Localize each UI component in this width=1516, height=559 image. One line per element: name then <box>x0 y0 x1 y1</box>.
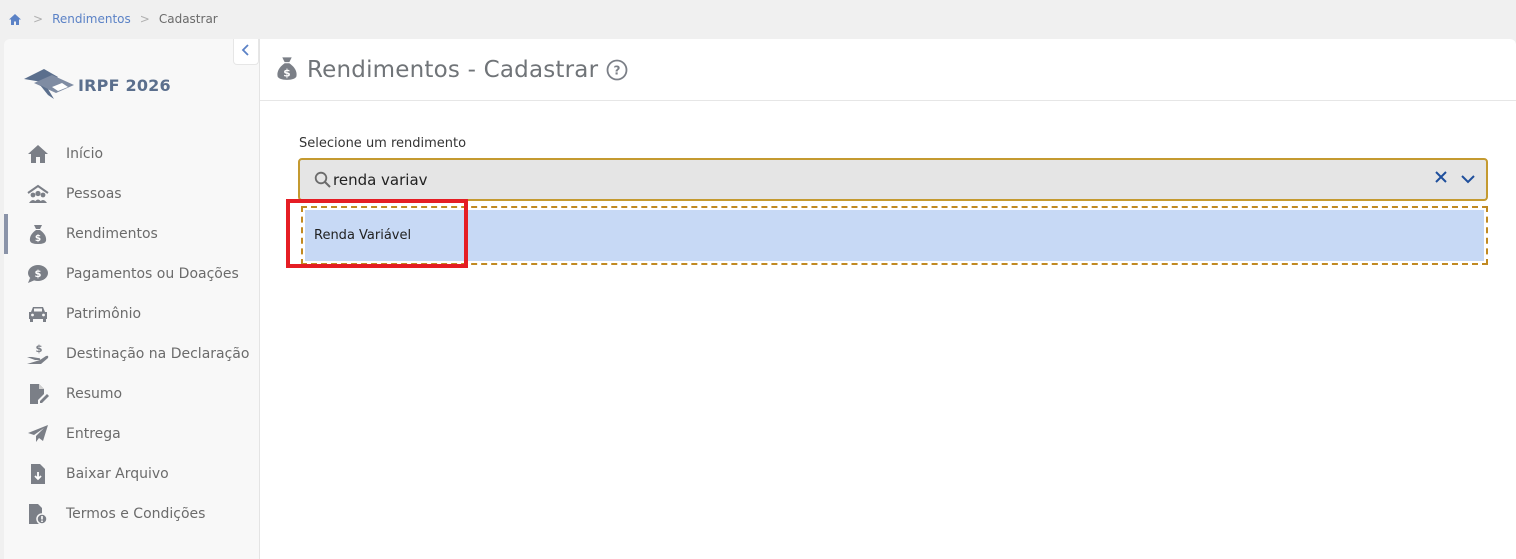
hand-dollar-icon: $ <box>26 342 50 366</box>
chevron-left-icon <box>241 42 251 61</box>
sidebar-item-label: Entrega <box>66 426 121 442</box>
money-bag-icon: $ <box>26 222 50 246</box>
sidebar-nav: Início Pessoas $ Rendimentos $ Pagamento… <box>4 134 259 534</box>
dropdown-option-renda-variavel[interactable]: Renda Variável <box>305 210 1484 261</box>
people-icon <box>26 182 50 206</box>
document-edit-icon <box>26 382 50 406</box>
breadcrumb-current: Cadastrar <box>158 12 218 26</box>
money-bag-icon: $ <box>275 55 299 85</box>
file-download-icon <box>26 462 50 486</box>
main-panel: $ Rendimentos - Cadastrar ? Selecione um… <box>260 39 1516 559</box>
sidebar-item-inicio[interactable]: Início <box>4 134 259 174</box>
sidebar-item-label: Destinação na Declaração <box>66 346 250 362</box>
sidebar-item-rendimentos[interactable]: $ Rendimentos <box>4 214 259 254</box>
sidebar-item-label: Pagamentos ou Doações <box>66 266 239 282</box>
dollar-chat-icon: $ <box>26 262 50 286</box>
svg-text:$: $ <box>283 66 290 79</box>
sidebar-item-termos[interactable]: Termos e Condições <box>4 494 259 534</box>
sidebar-item-pessoas[interactable]: Pessoas <box>4 174 259 214</box>
breadcrumb: > Rendimentos > Cadastrar <box>0 0 1516 38</box>
sidebar-item-pagamentos[interactable]: $ Pagamentos ou Doações <box>4 254 259 294</box>
sidebar-item-baixar-arquivo[interactable]: Baixar Arquivo <box>4 454 259 494</box>
sidebar-item-patrimonio[interactable]: Patrimônio <box>4 294 259 334</box>
breadcrumb-separator: > <box>33 12 44 26</box>
search-icon <box>314 171 331 188</box>
rendimento-select[interactable] <box>298 158 1488 201</box>
sidebar-item-label: Patrimônio <box>66 306 142 322</box>
page-header: $ Rendimentos - Cadastrar ? <box>260 39 1516 101</box>
svg-text:$: $ <box>35 234 41 244</box>
svg-text:$: $ <box>35 269 42 280</box>
home-icon <box>26 142 50 166</box>
help-icon[interactable]: ? <box>606 59 628 81</box>
page-title: Rendimentos - Cadastrar <box>307 56 599 83</box>
file-alert-icon <box>26 502 50 526</box>
chevron-down-icon[interactable] <box>1460 171 1476 187</box>
sidebar-item-label: Termos e Condições <box>66 506 206 522</box>
clear-icon[interactable] <box>1434 170 1448 184</box>
sidebar-item-resumo[interactable]: Resumo <box>4 374 259 414</box>
app-title: IRPF 2026 <box>78 75 171 95</box>
sidebar-collapse-button[interactable] <box>233 39 259 65</box>
rendimento-dropdown: Renda Variável <box>301 206 1488 265</box>
sidebar: IRPF 2026 Início Pessoas $ Rendimentos $… <box>4 39 260 559</box>
sidebar-item-label: Rendimentos <box>66 226 158 242</box>
sidebar-item-destinacao[interactable]: $ Destinação na Declaração <box>4 334 259 374</box>
sidebar-item-label: Pessoas <box>66 186 122 202</box>
app-logo[interactable]: IRPF 2026 <box>22 65 171 105</box>
breadcrumb-separator: > <box>139 12 150 26</box>
sidebar-item-entrega[interactable]: Entrega <box>4 414 259 454</box>
home-icon[interactable] <box>8 12 24 26</box>
rendimento-search-input[interactable] <box>333 170 633 189</box>
receita-logo-icon <box>22 65 76 105</box>
sidebar-item-label: Resumo <box>66 386 123 402</box>
sidebar-item-label: Baixar Arquivo <box>66 466 169 482</box>
breadcrumb-rendimentos-link[interactable]: Rendimentos <box>52 12 131 26</box>
svg-text:$: $ <box>36 344 43 355</box>
select-label: Selecione um rendimento <box>299 136 467 151</box>
paper-plane-icon <box>26 422 50 446</box>
car-icon <box>26 302 50 326</box>
sidebar-item-label: Início <box>66 146 104 162</box>
svg-text:?: ? <box>614 63 621 77</box>
